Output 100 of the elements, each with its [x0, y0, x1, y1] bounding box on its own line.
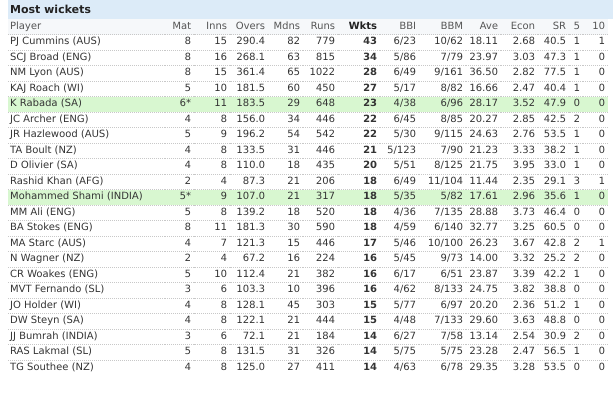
table-cell: 30 [268, 220, 303, 236]
column-header[interactable]: Runs [303, 19, 338, 34]
table-cell: 27 [338, 81, 380, 96]
column-header[interactable]: BBI [380, 19, 419, 34]
player-name: JC Archer (ENG) [8, 112, 165, 128]
column-header[interactable]: Mat [165, 19, 194, 34]
table-cell: 156.0 [230, 112, 268, 128]
table-cell: 7/58 [419, 329, 466, 344]
table-cell: 3 [165, 329, 194, 344]
column-header[interactable]: Overs [230, 19, 268, 34]
table-cell: 2 [569, 112, 583, 128]
table-cell: 4 [194, 252, 230, 267]
table-cell: 5/123 [380, 143, 419, 158]
table-cell: 42.2 [538, 267, 569, 282]
table-cell: 8 [165, 50, 194, 66]
table-cell: 520 [303, 205, 338, 220]
column-header[interactable]: 10 [583, 19, 608, 34]
table-cell: 21 [268, 190, 303, 205]
table-cell: 2.36 [501, 298, 538, 314]
table-cell: 29 [268, 96, 303, 112]
table-cell: 16 [338, 252, 380, 267]
table-cell: 3 [569, 174, 583, 190]
table-cell: 8 [165, 66, 194, 81]
table-cell: 5/82 [419, 190, 466, 205]
table-cell: 4 [165, 314, 194, 329]
table-cell: 0 [569, 96, 583, 112]
table-cell: 25.2 [538, 252, 569, 267]
column-header[interactable]: Wkts [338, 19, 380, 34]
table-cell: 65 [268, 66, 303, 81]
table-cell: 82 [268, 34, 303, 50]
column-header[interactable]: SR [538, 19, 569, 34]
column-header[interactable]: 5 [569, 19, 583, 34]
column-header[interactable]: BBM [419, 19, 466, 34]
table-cell: 8 [194, 360, 230, 375]
table-cell: 46.4 [538, 205, 569, 220]
table-cell: 7/133 [419, 314, 466, 329]
table-cell: 184 [303, 329, 338, 344]
column-header[interactable]: Player [8, 19, 165, 34]
table-cell: 4 [194, 174, 230, 190]
table-cell: 20.27 [466, 112, 501, 128]
table-cell: 0 [583, 158, 608, 174]
table-cell: 15 [194, 66, 230, 81]
table-cell: 224 [303, 252, 338, 267]
table-cell: 396 [303, 282, 338, 298]
table-cell: 35.6 [538, 190, 569, 205]
table-cell: 38.8 [538, 282, 569, 298]
table-cell: 361.4 [230, 66, 268, 81]
table-cell: 2 [569, 329, 583, 344]
table-cell: 2.47 [501, 81, 538, 96]
table-cell: 1 [569, 267, 583, 282]
table-cell: 1 [569, 34, 583, 50]
table-cell: 51.2 [538, 298, 569, 314]
table-cell: 183.5 [230, 96, 268, 112]
table-cell: 9 [194, 190, 230, 205]
table-cell: 0 [583, 96, 608, 112]
table-cell: 0 [583, 143, 608, 158]
column-header[interactable]: Mdns [268, 19, 303, 34]
table-cell: 1 [583, 236, 608, 252]
table-cell: 0 [583, 252, 608, 267]
table-cell: 5/30 [380, 128, 419, 143]
table-cell: 10 [194, 81, 230, 96]
table-cell: 17 [338, 236, 380, 252]
table-cell: 60.5 [538, 220, 569, 236]
table-cell: 67.2 [230, 252, 268, 267]
table-cell: 446 [303, 236, 338, 252]
table-cell: 14.00 [466, 252, 501, 267]
table-cell: 3.33 [501, 143, 538, 158]
table-cell: 0 [569, 220, 583, 236]
table-cell: 16 [194, 50, 230, 66]
table-cell: 21.23 [466, 143, 501, 158]
table-cell: 29.35 [466, 360, 501, 375]
table-cell: 8 [194, 314, 230, 329]
table-cell: 38.2 [538, 143, 569, 158]
table-cell: 0 [583, 66, 608, 81]
table-cell: 14 [338, 360, 380, 375]
table-cell: 5 [165, 81, 194, 96]
table-cell: 450 [303, 81, 338, 96]
table-cell: 24.63 [466, 128, 501, 143]
table-cell: 21 [268, 174, 303, 190]
table-cell: 9/161 [419, 66, 466, 81]
table-cell: 16 [338, 282, 380, 298]
table-cell: 3.39 [501, 267, 538, 282]
table-cell: 6* [165, 96, 194, 112]
table-cell: 3 [165, 282, 194, 298]
table-cell: 542 [303, 128, 338, 143]
column-header[interactable]: Econ [501, 19, 538, 34]
table-cell: 23.97 [466, 50, 501, 66]
table-cell: 8/125 [419, 158, 466, 174]
table-cell: 21 [268, 329, 303, 344]
column-header[interactable]: Ave [466, 19, 501, 34]
table-cell: 18 [268, 158, 303, 174]
table-cell: 17.61 [466, 190, 501, 205]
table-cell: 9/115 [419, 128, 466, 143]
table-cell: 1022 [303, 66, 338, 81]
column-header[interactable]: Inns [194, 19, 230, 34]
table-cell: 6/78 [419, 360, 466, 375]
table-cell: 28.88 [466, 205, 501, 220]
table-cell: 0 [569, 205, 583, 220]
table-cell: 87.3 [230, 174, 268, 190]
table-cell: 268.1 [230, 50, 268, 66]
